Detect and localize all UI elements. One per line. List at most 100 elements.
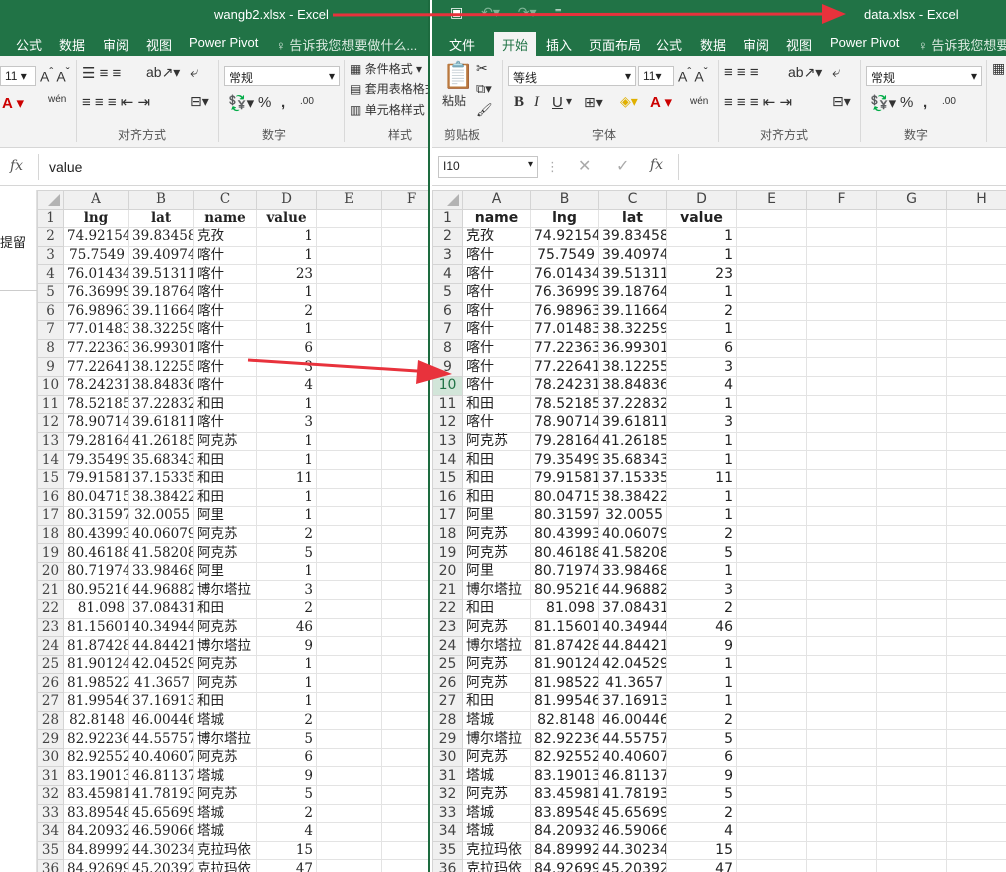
- cancel-icon[interactable]: ✕: [578, 156, 591, 176]
- empty-cell[interactable]: [876, 617, 947, 638]
- cell[interactable]: 阿克苏: [462, 617, 531, 638]
- decimal-icon[interactable]: .00: [942, 96, 956, 107]
- cell[interactable]: 4: [666, 822, 737, 842]
- cell[interactable]: 38.38422: [598, 487, 667, 508]
- cell[interactable]: 和田: [462, 450, 531, 470]
- left-tab-view[interactable]: 视图: [146, 35, 172, 54]
- empty-cell[interactable]: [806, 506, 877, 526]
- cell[interactable]: 40.06079: [128, 524, 194, 545]
- empty-cell[interactable]: [876, 357, 947, 377]
- cell[interactable]: 塔城: [193, 803, 257, 824]
- cell[interactable]: 78.52185: [530, 394, 599, 415]
- row-header[interactable]: 35: [432, 840, 463, 861]
- cell[interactable]: 83.45981: [63, 785, 129, 805]
- empty-cell[interactable]: [806, 803, 877, 824]
- empty-cell[interactable]: [316, 617, 382, 638]
- empty-cell[interactable]: [876, 282, 947, 303]
- row-header[interactable]: 23: [432, 617, 463, 638]
- row-header[interactable]: 11: [432, 394, 463, 415]
- cell[interactable]: 阿克苏: [193, 654, 257, 675]
- cell[interactable]: 博尔塔拉: [193, 636, 257, 656]
- cell[interactable]: 39.51311: [128, 264, 194, 284]
- comma-icon[interactable]: ,: [281, 94, 285, 111]
- column-header-b[interactable]: B: [530, 190, 599, 210]
- cell[interactable]: 和田: [462, 487, 531, 508]
- empty-cell[interactable]: [316, 636, 382, 656]
- cell[interactable]: 6: [256, 338, 317, 359]
- empty-cell[interactable]: [381, 840, 428, 861]
- empty-cell[interactable]: [316, 450, 382, 470]
- cell[interactable]: 83.89548: [530, 803, 599, 824]
- cell[interactable]: 81.90124: [530, 654, 599, 675]
- cell[interactable]: 39.40974: [598, 245, 667, 266]
- number-format-select[interactable]: 常规 ▾: [224, 66, 340, 86]
- cell[interactable]: 喀什: [462, 375, 531, 396]
- empty-cell[interactable]: [381, 654, 428, 675]
- empty-cell[interactable]: [876, 840, 947, 861]
- cell[interactable]: 3: [666, 580, 737, 601]
- cell[interactable]: 33.98468: [598, 561, 667, 582]
- cell[interactable]: 41.26185: [128, 431, 194, 452]
- right-tell-me-box[interactable]: ♀ 告诉我您想要: [918, 35, 1006, 54]
- cell[interactable]: 38.12255: [128, 357, 194, 377]
- empty-cell[interactable]: [736, 450, 807, 470]
- cell[interactable]: 2: [666, 710, 737, 731]
- cell[interactable]: 15: [666, 840, 737, 861]
- align-top-icon[interactable]: ☰ ≡ ≡: [82, 64, 121, 82]
- cell[interactable]: 1: [256, 282, 317, 303]
- cell[interactable]: 1: [256, 320, 317, 340]
- cell[interactable]: 塔城: [193, 822, 257, 842]
- cell[interactable]: 37.08431: [598, 599, 667, 619]
- cell[interactable]: 2: [666, 803, 737, 824]
- cell[interactable]: 2: [256, 301, 317, 322]
- cell[interactable]: 38.84836: [598, 375, 667, 396]
- cell[interactable]: 1: [256, 692, 317, 712]
- empty-cell[interactable]: [736, 320, 807, 340]
- row-header[interactable]: 13: [432, 431, 463, 452]
- empty-cell[interactable]: [381, 524, 428, 545]
- right-tab-power-pivot[interactable]: Power Pivot: [830, 35, 899, 50]
- empty-cell[interactable]: [381, 468, 428, 489]
- row-header[interactable]: 32: [432, 785, 463, 805]
- row-header[interactable]: 29: [432, 729, 463, 749]
- cell[interactable]: 81.98522: [63, 673, 129, 694]
- row-header[interactable]: 25: [432, 654, 463, 675]
- cell[interactable]: 83.89548: [63, 803, 129, 824]
- cell[interactable]: 75.7549: [63, 245, 129, 266]
- empty-cell[interactable]: [806, 264, 877, 284]
- cell[interactable]: 76.98963: [63, 301, 129, 322]
- row-header[interactable]: 36: [37, 859, 64, 872]
- empty-cell[interactable]: [946, 766, 1006, 786]
- empty-cell[interactable]: [806, 840, 877, 861]
- empty-cell[interactable]: [946, 450, 1006, 470]
- cell[interactable]: 37.16913: [128, 692, 194, 712]
- empty-cell[interactable]: [381, 859, 428, 872]
- cell[interactable]: 1: [666, 561, 737, 582]
- empty-cell[interactable]: [381, 375, 428, 396]
- empty-cell[interactable]: [876, 338, 947, 359]
- empty-cell[interactable]: [946, 599, 1006, 619]
- empty-cell[interactable]: [806, 747, 877, 768]
- cell[interactable]: 博尔塔拉: [193, 580, 257, 601]
- cell[interactable]: 39.18764: [128, 282, 194, 303]
- cell[interactable]: 37.15335: [128, 468, 194, 489]
- cell[interactable]: 45.20392: [128, 859, 194, 872]
- cell[interactable]: lat: [128, 208, 194, 229]
- cell[interactable]: 喀什: [462, 320, 531, 340]
- cell[interactable]: 81.87428: [63, 636, 129, 656]
- empty-cell[interactable]: [381, 450, 428, 470]
- empty-cell[interactable]: [876, 208, 947, 229]
- bold-button[interactable]: B: [514, 94, 524, 111]
- cell[interactable]: 喀什: [462, 338, 531, 359]
- empty-cell[interactable]: [316, 785, 382, 805]
- phonetic-icon[interactable]: wén: [690, 96, 708, 107]
- row-header[interactable]: 14: [432, 450, 463, 470]
- align-center-icon[interactable]: ≡ ≡ ≡ ⇤ ⇥: [724, 93, 792, 111]
- cell[interactable]: 39.11664: [598, 301, 667, 322]
- empty-cell[interactable]: [736, 729, 807, 749]
- empty-cell[interactable]: [946, 543, 1006, 563]
- empty-cell[interactable]: [316, 803, 382, 824]
- cell[interactable]: 41.3657: [598, 673, 667, 694]
- cell[interactable]: 80.46188: [530, 543, 599, 563]
- cell[interactable]: 84.92699: [63, 859, 129, 872]
